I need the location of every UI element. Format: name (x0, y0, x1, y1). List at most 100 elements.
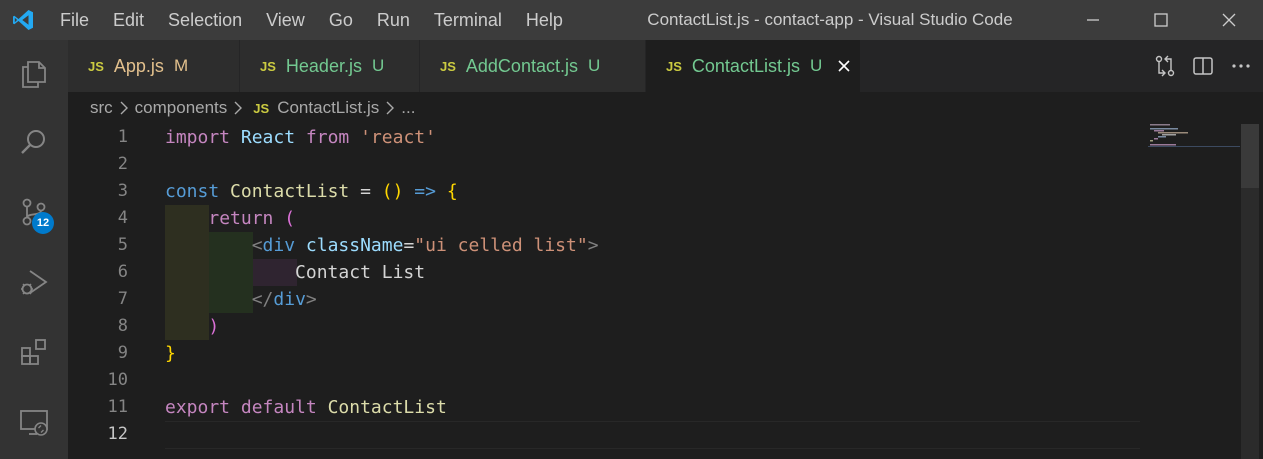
code-line[interactable]: 4 return ( (68, 205, 1148, 232)
chevron-right-icon (385, 101, 395, 115)
remote-explorer-icon[interactable] (0, 390, 68, 454)
extensions-icon[interactable] (0, 320, 68, 384)
explorer-icon[interactable] (0, 42, 68, 106)
code-text: export default ContactList (165, 394, 447, 421)
maximize-button[interactable] (1127, 0, 1195, 40)
breadcrumb-item-components[interactable]: components (135, 98, 228, 118)
menu-terminal[interactable]: Terminal (422, 0, 514, 40)
tab-addcontact-js[interactable]: JS AddContact.js U (420, 40, 646, 92)
menu-run[interactable]: Run (365, 0, 422, 40)
code-line[interactable]: 11 export default ContactList (68, 394, 1148, 421)
tab-app-js[interactable]: JS App.js M (68, 40, 240, 92)
tab-contactlist-js[interactable]: JS ContactList.js U (646, 40, 861, 92)
line-number: 8 (117, 316, 128, 336)
code-line[interactable]: 9} (68, 340, 1148, 367)
code-token: ContactList (327, 397, 447, 418)
menu-bar: File Edit Selection View Go Run Terminal Help (48, 0, 575, 40)
code-line[interactable]: 6 Contact List (68, 259, 1148, 286)
code-token: const (165, 181, 220, 202)
code-line[interactable]: 12 (68, 421, 1148, 448)
tab-label: App.js (113, 55, 164, 76)
code-token: => (414, 181, 436, 202)
code-token: () (381, 181, 404, 202)
code-token: export (165, 397, 231, 418)
scrollbar-thumb[interactable] (1241, 124, 1259, 188)
close-icon[interactable] (834, 56, 854, 76)
breadcrumb-ellipsis[interactable]: ... (401, 98, 415, 118)
tab-label: ContactList.js (691, 55, 800, 76)
code-token: > (305, 289, 317, 310)
editor-tab-bar: JS App.js M JS Header.js U JS AddContact.js U JS C… (68, 40, 1263, 92)
code-line[interactable]: 5 <div className="ui celled list"> (68, 232, 1148, 259)
editor-actions (1153, 40, 1253, 92)
code-line[interactable]: 8 ) (68, 313, 1148, 340)
code-editor[interactable]: 1 import React from 'react' 2 3 const Contac… (68, 124, 1263, 459)
chevron-right-icon (233, 101, 243, 115)
menu-edit[interactable]: Edit (101, 0, 156, 40)
code-token: = (403, 235, 415, 256)
minimize-button[interactable] (1059, 0, 1127, 40)
menu-go[interactable]: Go (317, 0, 365, 40)
code-text: } (165, 340, 176, 367)
breadcrumb-item-src[interactable]: src (90, 98, 113, 118)
line-number: 11 (107, 397, 128, 417)
line-number: 4 (117, 208, 128, 228)
code-line[interactable]: 7 </div> (68, 286, 1148, 313)
menu-selection[interactable]: Selection (156, 0, 254, 40)
code-token: default (240, 397, 317, 418)
code-token: </ (251, 289, 274, 310)
code-text: ) (165, 313, 219, 340)
line-number: 2 (117, 154, 128, 174)
code-token: = (349, 181, 382, 202)
line-number: 10 (107, 370, 128, 390)
code-token: < (251, 235, 263, 256)
window-controls (1059, 0, 1263, 40)
tab-header-js[interactable]: JS Header.js U (240, 40, 420, 92)
js-file-icon: JS (440, 58, 456, 74)
code-line[interactable]: 2 (68, 151, 1148, 178)
code-token: Contact List (295, 262, 426, 283)
line-number: 7 (117, 289, 128, 309)
code-line[interactable]: 1 import React from 'react' (68, 124, 1148, 151)
code-line[interactable]: 10 (68, 367, 1148, 394)
line-number: 5 (117, 235, 128, 255)
run-debug-icon[interactable] (0, 250, 68, 314)
code-token: div (273, 289, 306, 310)
code-token: from (305, 127, 350, 148)
line-number: 1 (117, 127, 128, 147)
code-text: Contact List (165, 259, 425, 286)
line-number: 9 (117, 343, 128, 363)
more-actions-icon[interactable] (1229, 54, 1253, 78)
title-bar: File Edit Selection View Go Run Terminal Help C… (0, 0, 1263, 40)
code-line[interactable]: 3 const ContactList = () => { (68, 178, 1148, 205)
vscode-logo-icon (0, 0, 46, 40)
minimap[interactable] (1148, 124, 1240, 164)
search-icon[interactable] (0, 110, 68, 174)
split-editor-icon[interactable] (1191, 54, 1215, 78)
code-token: ContactList (230, 181, 350, 202)
line-number: 12 (107, 424, 128, 444)
breadcrumb: src components JS ContactList.js ... (68, 92, 415, 124)
menu-view[interactable]: View (254, 0, 317, 40)
line-number: 3 (117, 181, 128, 201)
source-control-icon[interactable]: 12 (0, 180, 68, 244)
menu-file[interactable]: File (48, 0, 101, 40)
open-changes-icon[interactable] (1153, 54, 1177, 78)
close-window-button[interactable] (1195, 0, 1263, 40)
breadcrumb-item-file[interactable]: ContactList.js (277, 98, 379, 118)
js-file-icon: JS (260, 58, 276, 74)
code-token: { (446, 181, 458, 202)
git-status-badge: U (587, 56, 601, 75)
js-file-icon: JS (666, 58, 682, 74)
